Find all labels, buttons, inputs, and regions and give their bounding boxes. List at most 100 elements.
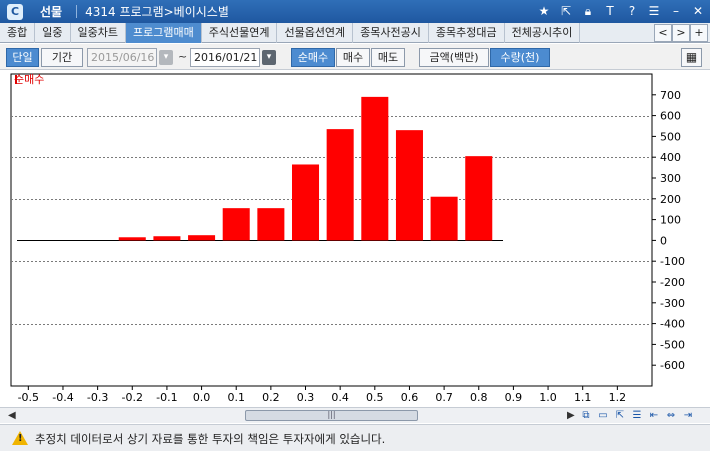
toolbar: 단일 기간 2015/06/16 ▾ ~ 2016/01/21 ▾ 순매수 매수… <box>0 44 710 70</box>
date-range-separator: ~ <box>178 50 188 63</box>
export-icon[interactable]: ⇱ <box>558 3 574 19</box>
star-icon[interactable]: ★ <box>536 3 552 19</box>
tab-nav: < > + <box>654 24 708 42</box>
net-buy-button[interactable]: 순매수 <box>291 48 335 67</box>
series-label: 순매수 <box>14 73 45 86</box>
amount-button[interactable]: 금액(백만) <box>419 48 489 67</box>
y-tick-label: -300 <box>660 297 685 310</box>
y-tick-label: 200 <box>660 193 681 206</box>
date-to-field[interactable]: 2016/01/21 <box>190 48 260 67</box>
tab-stock-futures-link[interactable]: 주식선물연계 <box>202 23 278 43</box>
tab-intraday-chart[interactable]: 일중차트 <box>71 23 126 43</box>
list-view-icon[interactable]: ☰ <box>630 409 644 422</box>
close-icon[interactable]: ✕ <box>690 3 706 19</box>
y-tick-label: -100 <box>660 255 685 268</box>
scroll-thumb[interactable]: ||| <box>245 410 418 421</box>
tab-stock-pre-disclosure[interactable]: 종목사전공시 <box>353 23 429 43</box>
sell-button[interactable]: 매도 <box>371 48 405 67</box>
tab-prev-button[interactable]: < <box>654 24 672 42</box>
lock-icon[interactable]: 🔒︎ <box>580 3 596 19</box>
tab-next-button[interactable]: > <box>672 24 690 42</box>
y-tick-label: 300 <box>660 172 681 185</box>
x-tick-label: 0.9 <box>505 391 523 404</box>
fit-icon[interactable]: ⇔ <box>664 409 678 422</box>
bar <box>118 237 146 241</box>
text-icon[interactable]: T <box>602 3 618 19</box>
x-tick-label: 0.7 <box>435 391 453 404</box>
y-tick-label: 100 <box>660 214 681 227</box>
y-tick-label: 400 <box>660 151 681 164</box>
bar <box>153 236 181 241</box>
x-tick-label: -0.4 <box>52 391 73 404</box>
x-tick-label: 1.0 <box>539 391 557 404</box>
x-tick-label: 0.4 <box>331 391 349 404</box>
quantity-button[interactable]: 수량(천) <box>490 48 550 67</box>
x-tick-label: -0.5 <box>18 391 39 404</box>
x-tick-label: 1.1 <box>574 391 592 404</box>
list-icon[interactable]: ☰ <box>646 3 662 19</box>
x-tick-label: 0.2 <box>262 391 280 404</box>
bar-chart: 700 600 500 400 300 200 100 0 -100 -200 -300 -400 -5… <box>10 73 685 404</box>
x-tick-label: 0.0 <box>193 391 211 404</box>
x-tick-label: -0.2 <box>122 391 143 404</box>
scroll-right-arrow-icon[interactable]: ▶ <box>567 410 575 421</box>
horizontal-scrollbar[interactable]: ||| <box>20 410 560 421</box>
bar <box>465 156 493 241</box>
y-tick-label: 700 <box>660 89 681 102</box>
chart-tools: ⧉ ▭ ⇱ ☰ ⇤ ⇔ ⇥ <box>579 409 695 422</box>
tab-summary[interactable]: 종합 <box>0 23 36 43</box>
period-button[interactable]: 기간 <box>41 48 83 67</box>
help-icon[interactable]: ? <box>624 3 640 19</box>
window-name: 선물 <box>40 5 63 19</box>
chart-area: 700 600 500 400 300 200 100 0 -100 -200 -300 -400 -5… <box>0 71 710 407</box>
table-grid-icon[interactable]: ▦ <box>681 48 702 67</box>
app-logo-icon: C <box>7 3 23 20</box>
title-bar: C 선물 4314 프로그램>베이시스별 ★ ⇱ 🔒︎ T ? ☰ – ✕ <box>0 0 710 23</box>
tab-futures-options-link[interactable]: 선물옵션연계 <box>277 23 354 43</box>
buy-button[interactable]: 매수 <box>336 48 370 67</box>
bar <box>292 164 320 241</box>
minimize-icon[interactable]: – <box>668 3 684 19</box>
tab-total-disclosure-trend[interactable]: 전체공시추이 <box>505 23 581 43</box>
x-tick-label: 0.8 <box>470 391 488 404</box>
bar <box>395 130 423 241</box>
date-from-field[interactable]: 2015/06/16 <box>87 48 157 67</box>
go-end-icon[interactable]: ⇥ <box>681 409 695 422</box>
y-tick-label: 500 <box>660 130 681 143</box>
y-tick-label: -400 <box>660 318 685 331</box>
bar <box>222 208 250 241</box>
calendar-to-icon[interactable]: ▾ <box>262 50 276 65</box>
bar <box>188 235 216 241</box>
x-tick-label: -0.1 <box>156 391 177 404</box>
bar <box>361 96 389 241</box>
y-tick-label: -500 <box>660 338 685 351</box>
y-tick-label: -200 <box>660 276 685 289</box>
tab-add-button[interactable]: + <box>690 24 708 42</box>
tab-stock-estimated-amount[interactable]: 종목추정대금 <box>429 23 505 43</box>
y-tick-label: 600 <box>660 110 681 123</box>
x-tick-label: 0.3 <box>297 391 315 404</box>
x-tick-label: -0.3 <box>87 391 108 404</box>
comment-icon[interactable]: ▭ <box>596 409 610 422</box>
single-button[interactable]: 단일 <box>6 48 39 67</box>
bar <box>326 129 354 241</box>
cursor-icon[interactable]: ⇱ <box>613 409 627 422</box>
bar <box>430 196 458 241</box>
calendar-from-icon[interactable]: ▾ <box>159 50 173 65</box>
tab-intraday[interactable]: 일중 <box>35 23 71 43</box>
window-path: 4314 프로그램>베이시스별 <box>85 5 229 19</box>
title-icons: ★ ⇱ 🔒︎ T ? ☰ – ✕ <box>536 3 706 19</box>
scroll-left-arrow-icon[interactable]: ◀ <box>8 410 16 421</box>
x-tick-label: 1.2 <box>609 391 627 404</box>
y-tick-label: 0 <box>660 234 667 247</box>
tab-program-trading[interactable]: 프로그램매매 <box>125 23 202 43</box>
zoom-icon[interactable]: ⧉ <box>579 409 593 422</box>
chart-scroll-row: ◀ ||| ▶ ⧉ ▭ ⇱ ☰ ⇤ ⇔ ⇥ <box>0 407 710 423</box>
x-tick-label: 0.5 <box>366 391 384 404</box>
bar <box>257 208 285 241</box>
tab-bar: 종합 일중 일중차트 프로그램매매 주식선물연계 선물옵션연계 종목사전공시 종… <box>0 23 710 43</box>
go-start-icon[interactable]: ⇤ <box>647 409 661 422</box>
x-tick-label: 0.1 <box>227 391 245 404</box>
y-tick-label: -600 <box>660 359 685 372</box>
title-divider <box>76 5 78 18</box>
